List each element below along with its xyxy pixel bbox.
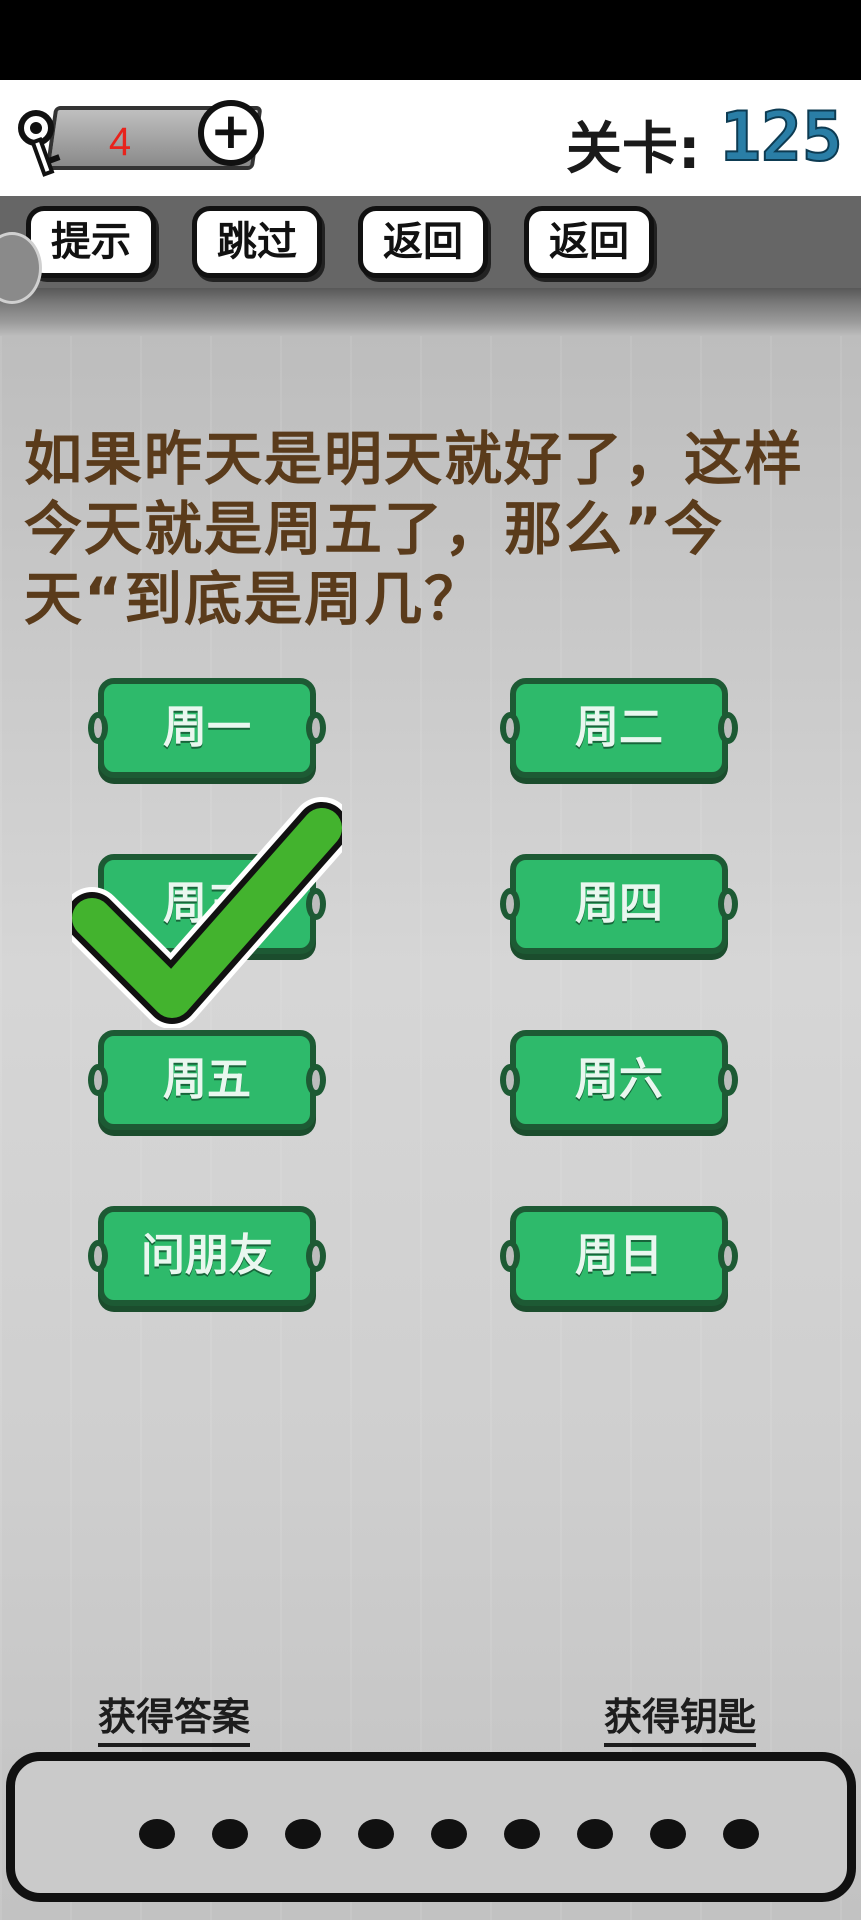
back-button-2[interactable]: 返回: [524, 206, 654, 278]
option-thu[interactable]: 周四: [500, 854, 738, 954]
key-count: 4: [108, 120, 132, 164]
answer-slot[interactable]: [212, 1819, 248, 1849]
option-label: 周一: [163, 702, 251, 753]
option-sat[interactable]: 周六: [500, 1030, 738, 1130]
answer-slot[interactable]: [723, 1819, 759, 1849]
level-number: 125: [719, 97, 844, 178]
answer-slot[interactable]: [139, 1819, 175, 1849]
option-label: 周日: [575, 1230, 663, 1281]
answer-slot[interactable]: [504, 1819, 540, 1849]
option-label: 周六: [575, 1054, 663, 1105]
answer-slot[interactable]: [577, 1819, 613, 1849]
level-label: 关卡:: [566, 117, 701, 182]
option-tue[interactable]: 周二: [500, 678, 738, 778]
answer-slot[interactable]: [285, 1819, 321, 1849]
option-fri[interactable]: 周五: [88, 1030, 326, 1130]
answer-slot[interactable]: [650, 1819, 686, 1849]
back-button[interactable]: 返回: [358, 206, 488, 278]
add-key-button[interactable]: +: [198, 100, 264, 166]
option-label: 周五: [163, 1054, 251, 1105]
option-label: 周四: [575, 878, 663, 929]
option-ask-friend[interactable]: 问朋友: [88, 1206, 326, 1306]
option-label: 问朋友: [141, 1230, 273, 1281]
game-board: 如果昨天是明天就好了，这样今天就是周五了，那么”今天“到底是周几？ 周一 周二 …: [0, 336, 861, 1920]
option-sun[interactable]: 周日: [500, 1206, 738, 1306]
toolbar-shadow: [0, 288, 861, 336]
answer-slots: [139, 1819, 759, 1849]
option-mon[interactable]: 周一: [88, 678, 326, 778]
get-answer-link[interactable]: 获得答案: [98, 1686, 251, 1747]
top-bar: 4 + 关卡: 125: [0, 80, 861, 196]
question-text: 如果昨天是明天就好了，这样今天就是周五了，那么”今天“到底是周几？: [24, 425, 805, 633]
get-key-link[interactable]: 获得钥匙: [604, 1686, 757, 1747]
status-bar: [0, 0, 861, 80]
correct-checkmark-icon: [72, 797, 342, 1028]
answer-slot[interactable]: [358, 1819, 394, 1849]
key-icon: [18, 110, 61, 177]
answer-box: [6, 1752, 856, 1902]
hint-button[interactable]: 提示: [26, 206, 156, 278]
answer-slot[interactable]: [431, 1819, 467, 1849]
skip-button[interactable]: 跳过: [192, 206, 322, 278]
option-label: 周二: [575, 702, 663, 753]
